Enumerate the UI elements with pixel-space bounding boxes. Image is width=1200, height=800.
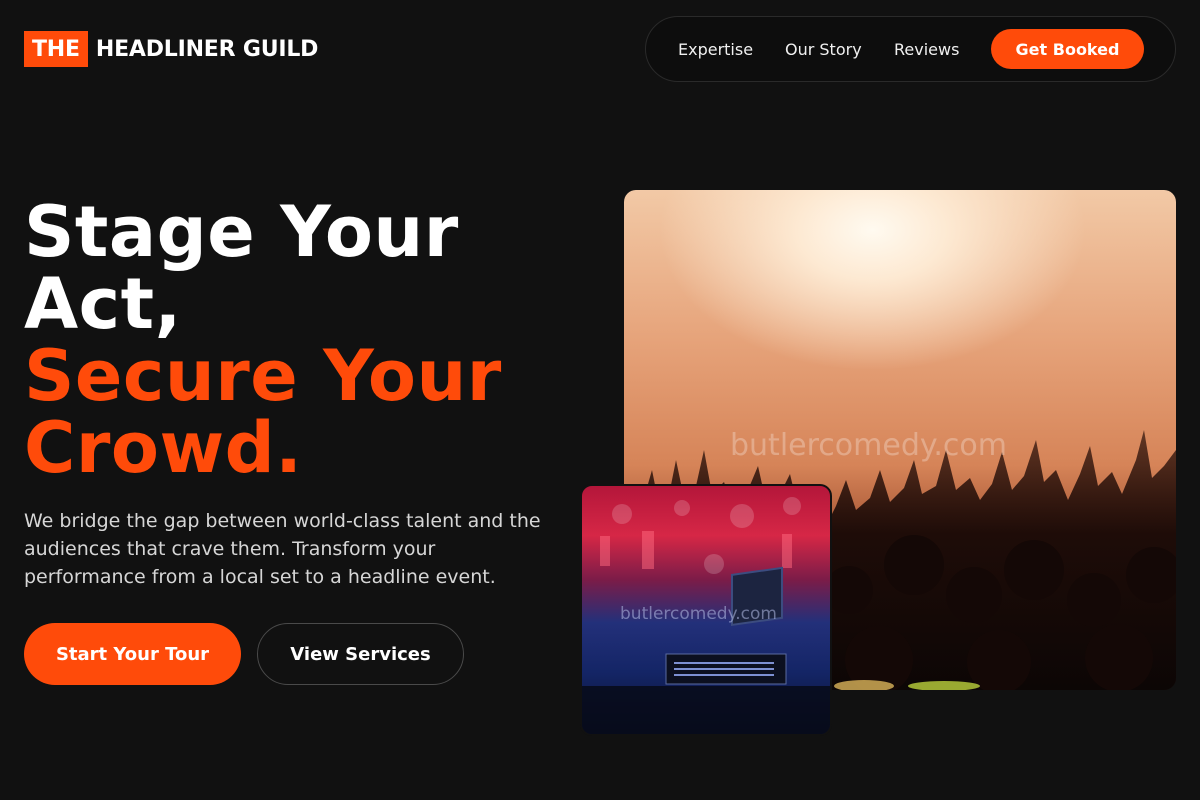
hero-heading-line-1: Stage Your	[24, 191, 459, 273]
get-booked-button[interactable]: Get Booked	[991, 29, 1144, 69]
inset-image-watermark: butlercomedy.com	[620, 604, 777, 624]
hero-description: We bridge the gap between world-class ta…	[24, 510, 541, 588]
nav-link-expertise[interactable]: Expertise	[678, 17, 753, 81]
start-your-tour-button[interactable]: Start Your Tour	[24, 623, 241, 685]
site-logo[interactable]: THE HEADLINER GUILD	[24, 31, 318, 67]
hero-heading-accent-line-1: Secure Your	[24, 335, 502, 417]
view-services-button[interactable]: View Services	[257, 623, 464, 685]
main-nav: Expertise Our Story Reviews Get Booked	[645, 16, 1176, 82]
nav-link-reviews[interactable]: Reviews	[894, 17, 959, 81]
logo-boxed-text: THE	[24, 31, 88, 67]
logo-text: HEADLINER GUILD	[95, 36, 319, 62]
hero-heading-line-2: Act,	[24, 263, 182, 345]
image-watermark: butlercomedy.com	[730, 428, 1007, 463]
stage-mixer-image: butlercomedy.com	[580, 484, 832, 736]
nav-link-our-story[interactable]: Our Story	[785, 17, 862, 81]
hero-heading-accent-line-2: Crowd.	[24, 407, 303, 489]
hero-heading: Stage Your Act, Secure Your Crowd.	[24, 196, 584, 484]
